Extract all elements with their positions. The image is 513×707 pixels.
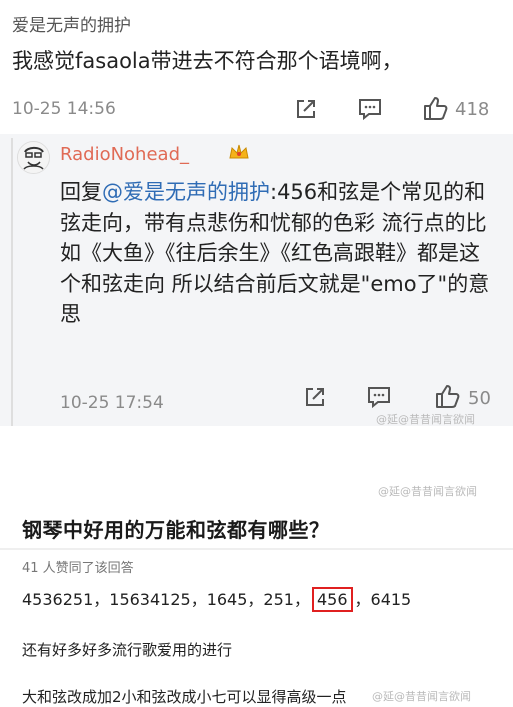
comment-text: 我感觉fasaola带进去不符合那个语境啊，	[12, 49, 403, 73]
divider	[0, 548, 513, 550]
watermark: @延@昔昔闻言欲闻	[376, 413, 475, 426]
reply-mention[interactable]: @爱是无声的拥护	[102, 180, 270, 204]
like-icon[interactable]	[421, 94, 449, 122]
chord-list: 4536251，15634125，1645，251， 456 ，6415	[22, 586, 411, 612]
share-icon[interactable]	[294, 97, 318, 121]
watermark: @延@昔昔闻言欲闻	[378, 485, 477, 498]
reply-thread-line	[11, 138, 13, 426]
comment-username[interactable]: 爱是无声的拥护	[12, 11, 131, 36]
reply-prefix: 回复	[60, 180, 102, 204]
comment-time: 10-25 14:56	[12, 99, 116, 119]
chords-after: ，6415	[354, 590, 412, 609]
avatar[interactable]	[17, 141, 50, 174]
chords-before: 4536251，15634125，1645，251，	[22, 590, 310, 609]
crown-icon	[228, 142, 250, 166]
answer-line: 大和弦改成加2小和弦改成小七可以显得高级一点	[22, 688, 347, 706]
question-title[interactable]: 钢琴中好用的万能和弦都有哪些？	[22, 514, 330, 543]
like-icon[interactable]	[433, 382, 461, 410]
comment-like-count: 418	[455, 99, 490, 120]
endorse-count: 41 人赞同了该回答	[22, 561, 134, 576]
reply-time: 10-25 17:54	[60, 393, 164, 413]
highlighted-chord: 456	[311, 587, 353, 612]
reply-text: 回复@爱是无声的拥护:456和弦是个常见的和弦走向，带有点悲伤和忧郁的色彩 流行…	[60, 177, 490, 330]
comment-icon[interactable]	[357, 97, 383, 121]
watermark: @延@昔昔闻言欲闻	[372, 690, 471, 703]
share-icon[interactable]	[303, 385, 327, 409]
reply-username[interactable]: RadioNohead_	[60, 144, 189, 165]
section-gap	[0, 426, 513, 488]
answer-line: 还有好多好多流行歌爱用的进行	[22, 641, 233, 659]
comment-icon[interactable]	[366, 385, 392, 409]
reply-like-count: 50	[468, 388, 491, 409]
